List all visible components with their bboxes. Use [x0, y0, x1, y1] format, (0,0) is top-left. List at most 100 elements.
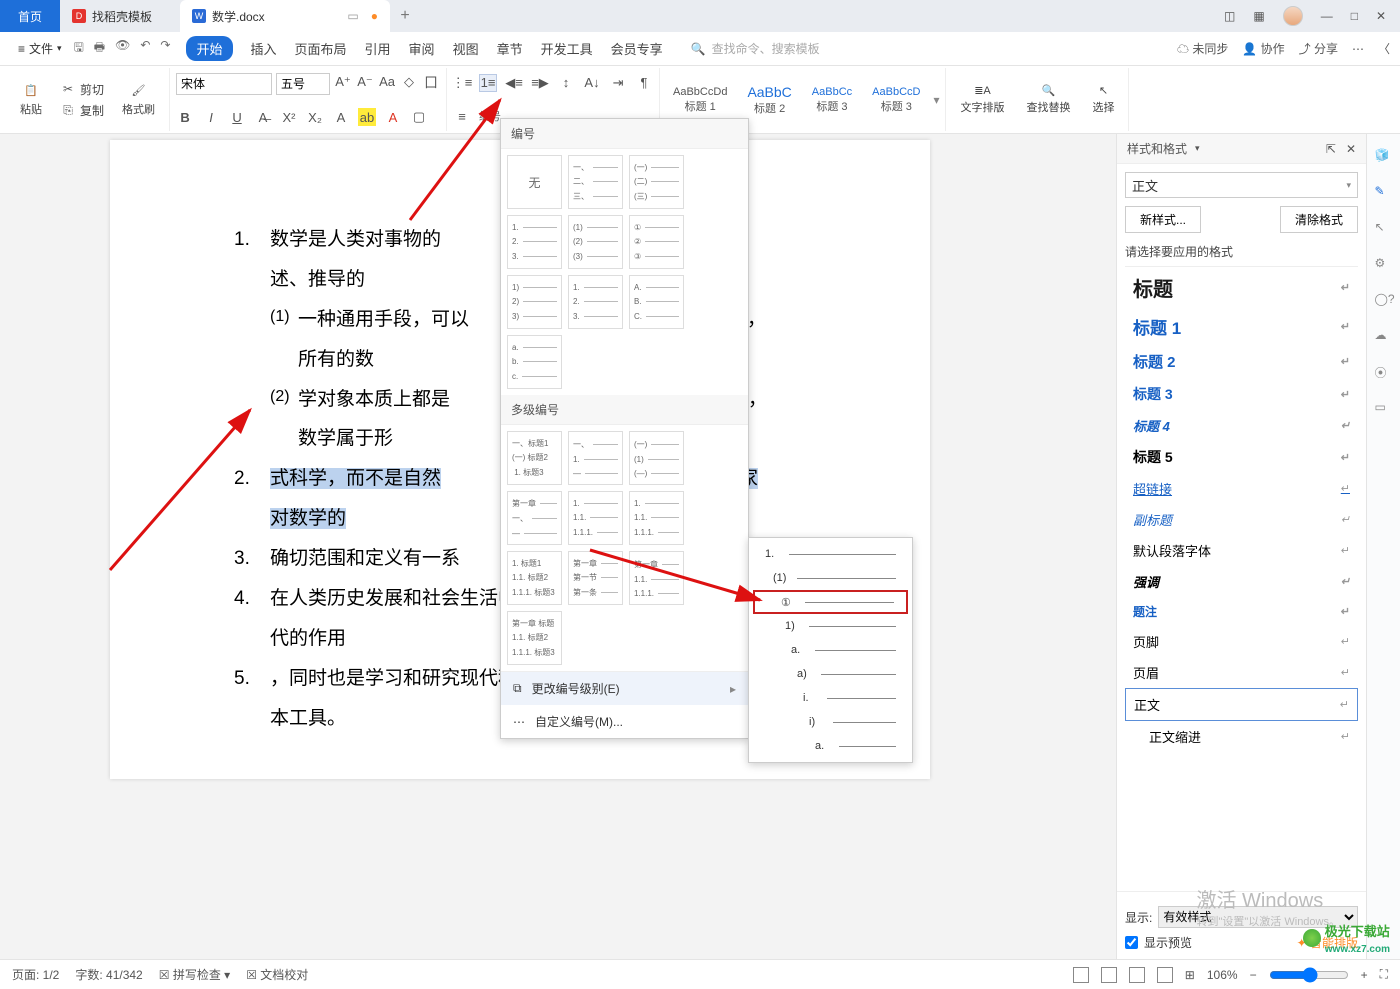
- style-item-正文缩进[interactable]: 正文缩进↵: [1125, 721, 1358, 752]
- style-item-标题 4[interactable]: 标题 4↵: [1125, 410, 1358, 441]
- change-case-icon[interactable]: Aa: [378, 73, 396, 91]
- tab-document[interactable]: W 数学.docx ▭ ●: [180, 0, 390, 32]
- ml-1[interactable]: 一、标题1(一) 标题2 1. 标题3: [507, 431, 562, 485]
- avatar[interactable]: [1283, 6, 1303, 26]
- style-item-标题 2[interactable]: 标题 2↵: [1125, 345, 1358, 378]
- superscript-button[interactable]: X²: [280, 108, 298, 126]
- ml-3[interactable]: (一)(1)(—): [629, 431, 684, 485]
- pin-icon[interactable]: ⇱: [1326, 142, 1336, 156]
- ml-5[interactable]: 1.1.1.1.1.1.: [568, 491, 623, 545]
- style-h3b[interactable]: AaBbCcD标题 3: [865, 83, 927, 117]
- select-button[interactable]: ↖选择: [1084, 80, 1122, 119]
- coop-button[interactable]: 👤 协作: [1242, 40, 1284, 57]
- print-icon[interactable]: 🖶: [94, 38, 105, 59]
- highlight-button[interactable]: ab: [358, 108, 376, 126]
- style-normal[interactable]: AaBbCcDd标题 1: [666, 83, 734, 117]
- file-menu[interactable]: ≡ 文件 ▾: [10, 38, 70, 59]
- minimize-button[interactable]: —: [1321, 9, 1333, 23]
- style-item-标题 1[interactable]: 标题 1↵: [1125, 308, 1358, 345]
- style-h3a[interactable]: AaBbCc标题 3: [805, 83, 859, 117]
- layout-1-icon[interactable]: ◫: [1224, 9, 1235, 23]
- word-count[interactable]: 字数: 41/342: [75, 966, 142, 983]
- zoom-level[interactable]: 106%: [1207, 968, 1238, 982]
- level-halfparen[interactable]: 1): [753, 614, 908, 638]
- copy-button[interactable]: ⎘复制: [56, 100, 108, 121]
- level-idot[interactable]: i.: [753, 686, 908, 710]
- tab-references[interactable]: 引用: [365, 39, 391, 58]
- add-tab-button[interactable]: +: [390, 7, 420, 25]
- view-print-icon[interactable]: [1073, 967, 1089, 983]
- numbering-cn1[interactable]: 一、二、三、: [568, 155, 623, 209]
- sync-status[interactable]: ☁ 未同步: [1177, 40, 1228, 57]
- fullscreen-icon[interactable]: ⛶: [1380, 967, 1388, 982]
- tab-insert[interactable]: 插入: [251, 39, 277, 58]
- numbering-arabic-dot2[interactable]: 1.2.3.: [568, 275, 623, 329]
- style-item-副标题[interactable]: 副标题↵: [1125, 504, 1358, 535]
- numbering-cnparen[interactable]: (一)(二)(三): [629, 155, 684, 209]
- show-marks-button[interactable]: ¶: [635, 74, 653, 92]
- view-read-icon[interactable]: [1101, 967, 1117, 983]
- share-button[interactable]: ⤴ 分享: [1299, 40, 1338, 57]
- level-a2[interactable]: a.: [753, 734, 908, 758]
- level-adot[interactable]: a.: [753, 638, 908, 662]
- style-item-正文[interactable]: 正文↵: [1125, 688, 1358, 721]
- view-web-icon[interactable]: [1129, 967, 1145, 983]
- close-panel-icon[interactable]: ✕: [1346, 142, 1356, 156]
- rail-cloud-icon[interactable]: ☁: [1375, 328, 1393, 346]
- chevron-down-icon[interactable]: ▾: [1195, 143, 1200, 154]
- styles-more-icon[interactable]: ▾: [933, 93, 939, 107]
- rail-styles-icon[interactable]: ✎: [1375, 184, 1393, 202]
- tab-templates[interactable]: D 找稻壳模板: [60, 0, 180, 32]
- zoom-in-button[interactable]: +: [1361, 968, 1368, 982]
- current-style-select[interactable]: 正文▾: [1125, 172, 1358, 198]
- command-search[interactable]: 🔍 查找命令、搜索模板: [691, 40, 820, 57]
- subscript-button[interactable]: X₂: [306, 108, 324, 126]
- proofread-toggle[interactable]: ☒ 文档校对: [246, 966, 308, 983]
- redo-icon[interactable]: ↷: [160, 38, 170, 59]
- tab-member[interactable]: 会员专享: [611, 39, 663, 58]
- rail-location-icon[interactable]: ⦿: [1375, 364, 1393, 382]
- tab-sections[interactable]: 章节: [497, 39, 523, 58]
- font-size-select[interactable]: [276, 73, 330, 95]
- apps-icon[interactable]: ▦: [1253, 9, 1264, 23]
- style-item-强调[interactable]: 强调↵: [1125, 566, 1358, 597]
- clear-format-button[interactable]: 清除格式: [1280, 206, 1358, 233]
- page-indicator[interactable]: 页面: 1/2: [12, 966, 59, 983]
- numbering-paren[interactable]: (1)(2)(3): [568, 215, 623, 269]
- style-item-标题[interactable]: 标题↵: [1125, 267, 1358, 308]
- format-painter-button[interactable]: 🖌 格式刷: [114, 79, 163, 121]
- rail-more-icon[interactable]: ▭: [1375, 400, 1393, 418]
- enclose-icon[interactable]: 囗: [422, 73, 440, 91]
- style-item-标题 5[interactable]: 标题 5↵: [1125, 441, 1358, 473]
- rail-toolbox-icon[interactable]: 🧊: [1375, 148, 1393, 166]
- collapse-ribbon-icon[interactable]: 〈: [1378, 40, 1390, 57]
- zoom-out-button[interactable]: −: [1250, 968, 1257, 982]
- level-aparen[interactable]: a): [753, 662, 908, 686]
- change-level-item[interactable]: ⧉ 更改编号级别(E) ▸: [501, 672, 748, 705]
- level-1[interactable]: 1.: [753, 542, 908, 566]
- cut-button[interactable]: ✂剪切: [56, 79, 108, 100]
- new-style-button[interactable]: 新样式...: [1125, 206, 1201, 233]
- increase-indent-button[interactable]: ≡▶: [531, 74, 549, 92]
- ml-10[interactable]: 第一章 标题1.1. 标题21.1.1. 标题3: [507, 611, 562, 665]
- sort-button[interactable]: A↓: [583, 74, 601, 92]
- underline-button[interactable]: U: [228, 108, 246, 126]
- style-h2[interactable]: AaBbC标题 2: [740, 81, 798, 119]
- custom-numbering-item[interactable]: ⋯ 自定义编号(M)...: [501, 705, 748, 738]
- view-outline-icon[interactable]: [1157, 967, 1173, 983]
- tab-home[interactable]: 首页: [0, 0, 60, 32]
- grow-font-icon[interactable]: A⁺: [334, 73, 352, 91]
- paste-button[interactable]: 📋 粘贴: [12, 79, 50, 121]
- style-item-页眉[interactable]: 页眉↵: [1125, 657, 1358, 688]
- tab-start[interactable]: 开始: [186, 36, 232, 61]
- strike-button[interactable]: A̶: [254, 108, 272, 126]
- undo-icon[interactable]: ↶: [140, 38, 150, 59]
- italic-button[interactable]: I: [202, 108, 220, 126]
- rail-help-icon[interactable]: ◯?: [1375, 292, 1393, 310]
- style-item-页脚[interactable]: 页脚↵: [1125, 626, 1358, 657]
- style-item-标题 3[interactable]: 标题 3↵: [1125, 378, 1358, 410]
- style-item-题注[interactable]: 题注↵: [1125, 597, 1358, 626]
- numbering-upper-alpha[interactable]: A.B.C.: [629, 275, 684, 329]
- tab-devtools[interactable]: 开发工具: [541, 39, 593, 58]
- save-icon[interactable]: 🖫: [74, 38, 84, 59]
